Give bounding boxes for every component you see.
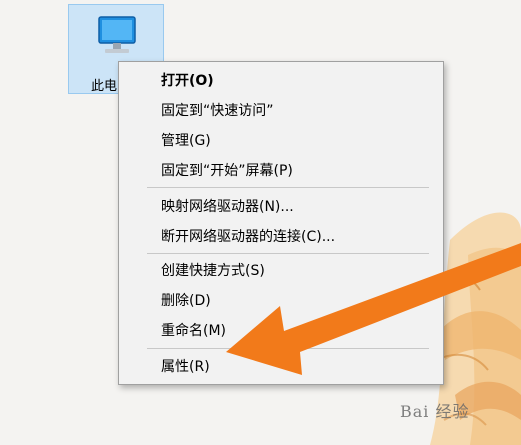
context-menu: 打开(O) 固定到“快速访问” 管理(G) 固定到“开始”屏幕(P) 映射网络驱… [118, 61, 444, 385]
menu-separator [147, 253, 429, 254]
menu-item-disconnect-network-drive[interactable]: 断开网络驱动器的连接(C)... [121, 222, 441, 252]
desktop: 此电 打开(O) 固定到“快速访问” 管理(G) 固定到“开始”屏幕(P) 映射… [0, 0, 521, 445]
menu-item-create-shortcut[interactable]: 创建快捷方式(S) [121, 256, 441, 286]
menu-item-manage[interactable]: 管理(G) [121, 126, 441, 156]
menu-item-rename[interactable]: 重命名(M) [121, 316, 441, 346]
menu-item-map-network-drive[interactable]: 映射网络驱动器(N)... [121, 192, 441, 222]
menu-separator [147, 348, 429, 349]
menu-item-pin-start[interactable]: 固定到“开始”屏幕(P) [121, 156, 441, 186]
menu-item-delete[interactable]: 删除(D) [121, 286, 441, 316]
menu-separator [147, 187, 429, 188]
computer-icon [98, 16, 136, 53]
menu-item-pin-quick-access[interactable]: 固定到“快速访问” [121, 96, 441, 126]
menu-item-open[interactable]: 打开(O) [121, 66, 441, 96]
desktop-icon-label: 此电 [91, 79, 118, 94]
watermark: Bai 经验 [400, 402, 470, 421]
menu-item-properties[interactable]: 属性(R) [121, 352, 441, 382]
